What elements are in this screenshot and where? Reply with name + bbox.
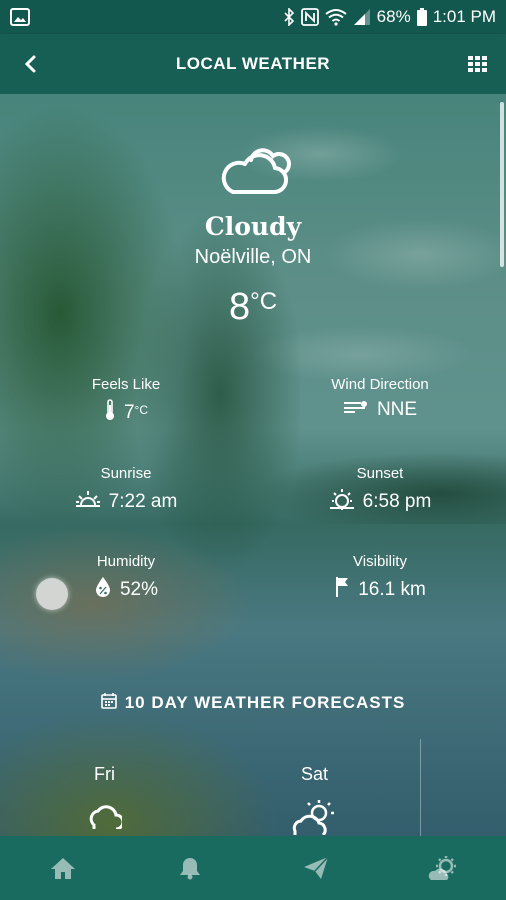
current-temperature: 8°C — [0, 286, 506, 329]
status-bar: 68% 1:01 PM — [0, 0, 506, 34]
forecast-divider — [420, 739, 421, 836]
feels-like-metric: Feels Like 7°C — [26, 376, 226, 427]
sunset-value: 6:58 pm — [362, 491, 432, 512]
temperature-unit: °C — [250, 288, 278, 315]
battery-percent: 68% — [376, 7, 411, 26]
battery-icon — [416, 8, 427, 26]
touch-indicator — [36, 578, 68, 610]
sunset-metric: Sunset 6:58 pm — [280, 465, 480, 516]
humidity-label: Humidity — [96, 553, 156, 570]
cloud-icon — [86, 799, 125, 834]
visibility-label: Visibility — [353, 553, 407, 570]
calendar-icon — [100, 692, 117, 714]
bottom-navigation — [0, 836, 506, 900]
wind-direction-value: NNE — [376, 399, 418, 420]
grid-menu-icon[interactable] — [466, 52, 490, 76]
temperature-value: 8 — [228, 286, 251, 328]
visibility-value: 16.1 km — [358, 579, 426, 600]
location-text: Noëlville, ON — [194, 246, 312, 268]
sunset-icon — [329, 488, 355, 516]
back-chevron-icon[interactable] — [16, 50, 44, 78]
sunrise-icon — [75, 488, 101, 516]
app-bar: LOCAL WEATHER — [0, 34, 506, 94]
weather-hero[interactable]: Cloudy Noëlville, ON 8°C Feels Like 7°C … — [0, 94, 506, 836]
bell-icon[interactable] — [160, 843, 220, 893]
condition-text: Cloudy — [204, 212, 302, 241]
flag-icon — [334, 576, 350, 604]
bluetooth-icon — [283, 8, 295, 26]
forecast-day-sat[interactable]: Sat — [301, 764, 328, 785]
sunrise-value: 7:22 am — [108, 491, 178, 512]
thermometer-icon — [104, 399, 116, 427]
forecast-header: 10 DAY WEATHER FORECASTS — [0, 692, 506, 714]
sunrise-metric: Sunrise 7:22 am — [26, 465, 226, 516]
send-icon[interactable] — [286, 843, 346, 893]
weather-settings-icon[interactable] — [413, 843, 473, 893]
sunset-label: Sunset — [356, 465, 404, 482]
humidity-value: 52% — [119, 579, 159, 600]
home-icon[interactable] — [33, 843, 93, 893]
image-notification-icon — [10, 8, 30, 26]
wind-icon — [343, 399, 369, 421]
wifi-icon — [325, 8, 347, 26]
sunrise-label: Sunrise — [100, 465, 152, 482]
wind-direction-label: Wind Direction — [331, 376, 429, 393]
wind-direction-metric: Wind Direction NNE — [280, 376, 480, 421]
nfc-icon — [300, 8, 319, 26]
signal-icon — [353, 8, 371, 26]
forecast-header-text: 10 DAY WEATHER FORECASTS — [124, 693, 406, 712]
background-grass — [0, 654, 310, 836]
partly-sunny-icon — [291, 799, 337, 836]
forecast-day-fri[interactable]: Fri — [94, 764, 115, 785]
clock: 1:01 PM — [432, 7, 496, 26]
visibility-metric: Visibility 16.1 km — [280, 553, 480, 604]
cloud-icon — [0, 146, 506, 196]
humidity-icon — [94, 576, 112, 604]
feels-like-value: 7 — [123, 402, 135, 423]
feels-like-label: Feels Like — [91, 376, 161, 393]
page-title: LOCAL WEATHER — [175, 54, 331, 73]
feels-like-unit: °C — [134, 403, 149, 417]
